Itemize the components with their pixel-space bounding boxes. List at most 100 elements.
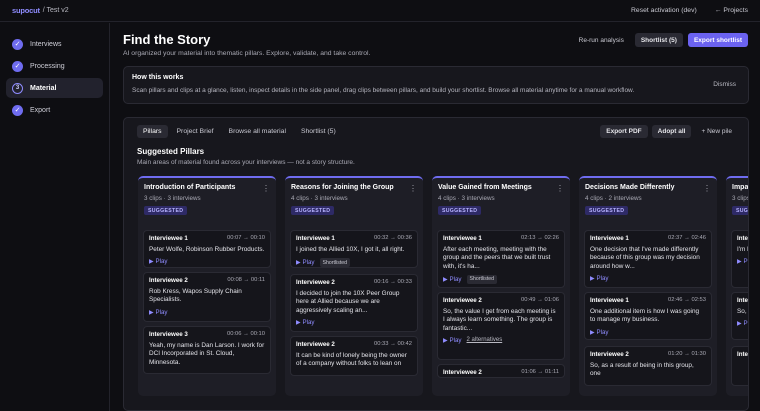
clip-card[interactable]: Interviewee 1 00:07 → 00:10 Peter Wolfe, R…: [143, 230, 271, 268]
play-button[interactable]: ▶ Play: [737, 320, 748, 327]
clip-card[interactable]: Interviewee 2 01:06 → 01:11: [437, 364, 565, 378]
panel-tabs: Pillars Project Brief Browse all materia…: [137, 125, 342, 138]
clip-timecode: 01:20 → 01:30: [667, 351, 706, 357]
more-options-icon[interactable]: ⋮: [703, 184, 711, 193]
shortlist-button[interactable]: Shortlist (5): [634, 33, 683, 47]
clip-transcript: So, it's...: [737, 308, 748, 315]
step-label: Material: [30, 84, 57, 92]
step-export[interactable]: ✓ Export: [6, 100, 103, 120]
pillar-column[interactable]: Introduction of Participants ⋮ 3 clips · 3…: [138, 176, 276, 396]
play-button[interactable]: ▶ Play: [443, 276, 462, 283]
clip-transcript: Yeah, my name is Dan Larson. I work for …: [149, 342, 265, 366]
clip-transcript: I decided to join the 10X Peer Group her…: [296, 290, 400, 314]
dismiss-button[interactable]: Dismiss: [713, 81, 736, 88]
check-icon: ✓: [12, 38, 23, 50]
more-options-icon[interactable]: ⋮: [409, 184, 417, 193]
breadcrumb-project[interactable]: / Test v2: [43, 7, 69, 14]
play-button[interactable]: ▶ Play: [443, 337, 462, 344]
step-number-icon: 3: [12, 82, 23, 94]
speaker-label: Interviewee: [737, 235, 749, 242]
pillar-column[interactable]: Decisions Made Differently ⋮ 4 clips · 2 i…: [579, 176, 717, 396]
clip-card[interactable]: Interviewee 2 00:08 → 00:11 Rob Kress, Wap…: [143, 272, 271, 322]
clip-card[interactable]: Interviewee: [731, 346, 748, 386]
speaker-label: Interviewee 2: [296, 341, 335, 348]
clip-card[interactable]: Interviewee 1 02:46 → 02:53 One additional…: [584, 292, 712, 340]
speaker-label: Interviewee 2: [296, 279, 335, 286]
play-button[interactable]: ▶ Play: [737, 258, 748, 265]
play-button[interactable]: ▶ Play: [296, 319, 315, 326]
play-button[interactable]: ▶ Play: [590, 275, 609, 282]
pillar-column[interactable]: Value Gained from Meetings ⋮ 4 clips · 3 i…: [432, 176, 570, 396]
pillar-column[interactable]: Reasons for Joining the Group ⋮ 4 clips · …: [285, 176, 423, 396]
alternatives-link[interactable]: 2 alternatives: [467, 337, 503, 343]
pillar-column[interactable]: Impact⋮3 clipsSUGGESTEDIntervieweeI'm br…: [726, 176, 749, 396]
export-shortlist-button[interactable]: Export shortlist: [687, 33, 748, 47]
clip-card[interactable]: Interviewee So, it's... ▶ Play: [731, 292, 748, 340]
main-content: Find the Story AI organized your materia…: [123, 23, 749, 411]
clip-card[interactable]: Interviewee 2 00:33 → 00:42 It can be kind…: [290, 336, 418, 376]
pillar-title[interactable]: Reasons for Joining the Group: [291, 184, 417, 191]
pillar-columns: Introduction of Participants ⋮ 3 clips · 3…: [138, 176, 749, 410]
check-icon: ✓: [12, 60, 23, 72]
speaker-label: Interviewee 3: [149, 331, 188, 338]
pillar-meta: 3 clips · 3 interviews: [144, 195, 201, 202]
speaker-label: Interviewee 2: [590, 351, 629, 358]
pillar-title[interactable]: Introduction of Participants: [144, 184, 270, 191]
howto-text: Scan pillars and clips at a glance, list…: [132, 87, 635, 94]
play-button[interactable]: ▶ Play: [149, 309, 168, 316]
pillar-title[interactable]: Value Gained from Meetings: [438, 184, 564, 191]
step-material[interactable]: 3 Material: [6, 78, 103, 98]
clip-timecode: 02:37 → 02:46: [667, 235, 706, 241]
step-label: Interviews: [30, 40, 62, 48]
suggested-pillars-subtitle: Main areas of material found across your…: [137, 159, 355, 166]
clip-card[interactable]: Interviewee 1 00:32 → 00:36 I joined the A…: [290, 230, 418, 268]
clip-timecode: 00:32 → 00:36: [373, 235, 412, 241]
clip-card[interactable]: Interviewee 2 00:49 → 01:06 So, the value …: [437, 292, 565, 360]
app-logo[interactable]: supocut: [12, 6, 40, 15]
suggested-badge: SUGGESTED: [144, 206, 188, 215]
suggested-badge: SUGGESTED: [438, 206, 482, 215]
play-button[interactable]: ▶ Play: [590, 329, 609, 336]
speaker-label: Interviewee 1: [296, 235, 335, 242]
clip-timecode: 00:49 → 01:06: [520, 297, 559, 303]
check-icon: ✓: [12, 104, 23, 116]
pillar-meta: 4 clips · 3 interviews: [291, 195, 348, 202]
tab-pillars[interactable]: Pillars: [137, 125, 168, 138]
reset-activation-link[interactable]: Reset activation (dev): [631, 7, 697, 14]
pillar-meta: 4 clips · 2 interviews: [585, 195, 642, 202]
step-processing[interactable]: ✓ Processing: [6, 56, 103, 76]
play-button[interactable]: ▶ Play: [296, 259, 315, 266]
howto-title: How this works: [132, 74, 184, 81]
clip-card[interactable]: Interviewee 2 00:16 → 00:33 I decided to j…: [290, 274, 418, 332]
projects-link[interactable]: ← Projects: [715, 7, 748, 14]
clip-card[interactable]: Interviewee 3 00:06 → 00:10 Yeah, my name …: [143, 326, 271, 374]
tab-browse-all[interactable]: Browse all material: [223, 125, 292, 138]
clip-transcript: One decision that I've made differently …: [590, 246, 700, 270]
pillar-title[interactable]: Decisions Made Differently: [585, 184, 711, 191]
clip-card[interactable]: Interviewee I'm bringing ▶ Play: [731, 230, 749, 288]
more-options-icon[interactable]: ⋮: [262, 184, 270, 193]
more-options-icon[interactable]: ⋮: [556, 184, 564, 193]
clip-timecode: 00:07 → 00:10: [226, 235, 265, 241]
pillar-title[interactable]: Impact: [732, 184, 748, 191]
clip-card[interactable]: Interviewee 1 02:37 → 02:46 One decision t…: [584, 230, 712, 288]
clip-card[interactable]: Interviewee 1 02:13 → 02:26 After each mee…: [437, 230, 565, 288]
suggested-pillars-title: Suggested Pillars: [137, 147, 205, 156]
tab-shortlist[interactable]: Shortlist (5): [295, 125, 342, 138]
clip-timecode: 00:16 → 00:33: [373, 279, 412, 285]
speaker-label: Interviewee 1: [443, 235, 482, 242]
step-interviews[interactable]: ✓ Interviews: [6, 34, 103, 54]
speaker-label: Interviewee 1: [590, 297, 629, 304]
rerun-analysis-button[interactable]: Re-run analysis: [573, 33, 630, 47]
play-button[interactable]: ▶ Play: [149, 258, 168, 265]
suggested-badge: SUGGESTED: [732, 206, 748, 215]
step-label: Processing: [30, 62, 65, 70]
export-pdf-button[interactable]: Export PDF: [600, 125, 648, 138]
top-bar: supocut / Test v2 Reset activation (dev)…: [0, 0, 760, 22]
adopt-all-button[interactable]: Adopt all: [651, 125, 692, 138]
new-pile-button[interactable]: + New pile: [695, 125, 738, 138]
clip-card[interactable]: Interviewee 2 01:20 → 01:30 So, as a resul…: [584, 346, 712, 386]
speaker-label: Interviewee 1: [590, 235, 629, 242]
pillars-panel: Pillars Project Brief Browse all materia…: [123, 117, 749, 411]
tab-project-brief[interactable]: Project Brief: [171, 125, 220, 138]
